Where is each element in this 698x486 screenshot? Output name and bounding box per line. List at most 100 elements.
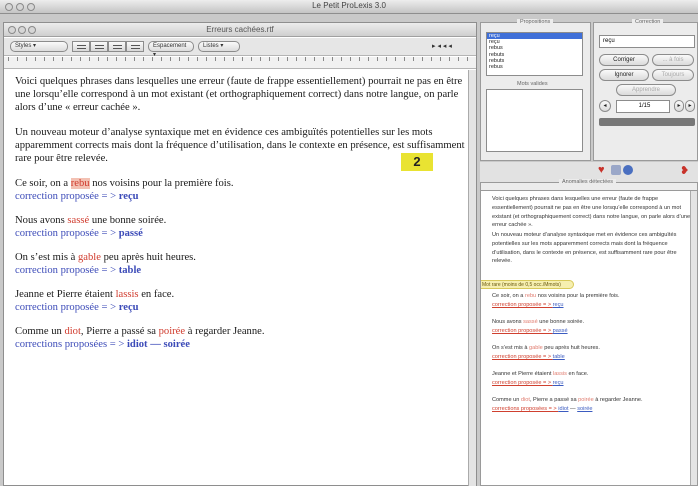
ruler-tick <box>377 57 378 61</box>
correction-legend: Correction <box>632 19 664 25</box>
callout-badge: 2 <box>401 153 433 171</box>
sentence-3: On s’est mis à gable peu après huit heur… <box>15 251 467 277</box>
sentence-2: Nous avons sassé une bonne soirée. corre… <box>15 214 467 240</box>
format-toolbar: Styles ▾ Espacement ▾ Listes ▾ ▸ ◂ ◂ ◂ <box>4 38 476 58</box>
spacing-popup[interactable]: Espacement ▾ <box>148 41 194 58</box>
ruler-tick <box>458 57 459 61</box>
ruler-tick <box>71 57 72 61</box>
ruler-tick <box>143 57 144 61</box>
proposition-item[interactable]: rebus <box>487 64 582 70</box>
correction-field[interactable]: reçu <box>599 35 695 48</box>
preview-sentence-2: Nous avons sassé une bonne soirée. correc… <box>492 319 585 334</box>
nav-arrows-icon[interactable]: ▸ ◂ ◂ ◂ <box>432 42 452 50</box>
app-titlebar: Le Petit ProLexis 3.0 <box>0 0 698 14</box>
ruler-tick <box>440 57 441 61</box>
mots-valides-legend: Mots valides <box>514 81 551 87</box>
mots-valides-list[interactable] <box>486 89 583 152</box>
lists-popup[interactable]: Listes ▾ <box>198 41 240 52</box>
error-word[interactable]: diot <box>64 326 80 337</box>
correction-panel: Correction reçu Corriger ... à fois Igno… <box>593 19 698 161</box>
ruler-tick <box>35 57 36 61</box>
document-titlebar: Erreurs cachées.rtf <box>4 23 476 37</box>
align-left-button[interactable] <box>72 41 90 52</box>
ruler-tick <box>62 57 63 61</box>
ruler-tick <box>287 57 288 61</box>
propositions-panel: Propositions reçu reçu rebus rebuts rebuts re… <box>480 19 591 161</box>
ruler-tick <box>134 57 135 61</box>
correction-line: corrections proposées = > idiot — soirée <box>15 339 190 350</box>
ruler-tick <box>8 57 9 61</box>
ruler <box>4 57 476 69</box>
propositions-legend: Propositions <box>517 19 554 25</box>
styles-popup[interactable]: Styles ▾ <box>10 41 68 52</box>
previous-icon[interactable]: ◂ <box>599 100 611 112</box>
app-window: Le Petit ProLexis 3.0 Erreurs cachées.rt… <box>0 0 698 486</box>
preview-scrollbar[interactable] <box>690 191 697 485</box>
ruler-tick <box>89 57 90 61</box>
correction-line: correction proposée = > passé <box>15 228 143 239</box>
ruler-tick <box>260 57 261 61</box>
error-word[interactable]: poirée <box>159 326 185 337</box>
error-word[interactable]: sassé <box>67 215 89 226</box>
ruler-tick <box>422 57 423 61</box>
ruler-tick <box>53 57 54 61</box>
ruler-tick <box>224 57 225 61</box>
document-body: Voici quelques phrases dans lesquelles u… <box>15 75 467 362</box>
ruler-tick <box>269 57 270 61</box>
error-word[interactable]: rebu <box>70 178 90 189</box>
ruler-tick <box>251 57 252 61</box>
intro-paragraph-2: Un nouveau moteur d’analyse syntaxique m… <box>15 127 465 164</box>
corriger-button[interactable]: Corriger <box>599 54 649 66</box>
progress-bar <box>599 118 695 126</box>
toujours-button[interactable]: Toujours <box>652 69 694 81</box>
ruler-tick <box>431 57 432 61</box>
ruler-tick <box>404 57 405 61</box>
ruler-tick <box>197 57 198 61</box>
shield-icon[interactable] <box>611 165 621 175</box>
ruler-tick <box>188 57 189 61</box>
ruler-tick <box>44 57 45 61</box>
sentence-5: Comme un diot, Pierre a passé sa poirée … <box>15 325 467 351</box>
ruler-tick <box>332 57 333 61</box>
preview-sentence-5: Comme un diot, Pierre a passé sa poirée … <box>492 397 643 412</box>
preview-sentence-3: On s’est mis à gable peu après huit heur… <box>492 345 600 360</box>
ruler-tick <box>305 57 306 61</box>
error-word[interactable]: lassis <box>116 289 139 300</box>
last-icon[interactable]: ▸ <box>685 100 695 112</box>
ruler-tick <box>449 57 450 61</box>
sentence-4: Jeanne et Pierre étaient lassis en face.… <box>15 288 467 314</box>
ruler-tick <box>26 57 27 61</box>
preview-intro-1: Voici quelques phrases dans lesquelles u… <box>492 196 695 229</box>
a-fois-button[interactable]: ... à fois <box>652 54 694 66</box>
ignorer-button[interactable]: Ignorer <box>599 69 649 81</box>
align-center-button[interactable] <box>90 41 108 52</box>
preview-intro-2: Un nouveau moteur d’analyse syntaxique m… <box>492 232 677 265</box>
ruler-tick <box>359 57 360 61</box>
ruler-tick <box>278 57 279 61</box>
bookmark-icon[interactable]: ❥ <box>680 164 689 177</box>
ruler-tick <box>116 57 117 61</box>
globe-icon[interactable] <box>623 165 633 175</box>
ruler-tick <box>161 57 162 61</box>
next-icon[interactable]: ▸ <box>674 100 684 112</box>
app-title: Le Petit ProLexis 3.0 <box>312 1 386 10</box>
document-scrollbar[interactable] <box>468 70 476 486</box>
ruler-tick <box>170 57 171 61</box>
sentence-1: Ce soir, on a rebu nos voisins pour la p… <box>15 177 467 203</box>
correction-line: correction proposée = > table <box>15 265 142 276</box>
ruler-tick <box>233 57 234 61</box>
error-word[interactable]: gable <box>78 252 101 263</box>
ruler-tick <box>395 57 396 61</box>
preview-sentence-4: Jeanne et Pierre étaient lassis en face.… <box>492 371 589 386</box>
align-right-button[interactable] <box>108 41 126 52</box>
ruler-tick <box>341 57 342 61</box>
ruler-tick <box>98 57 99 61</box>
justify-button[interactable] <box>126 41 144 52</box>
error-counter: 1/15 <box>616 100 670 113</box>
document-window: Erreurs cachées.rtf Styles ▾ Espacement … <box>3 22 477 486</box>
correction-line: correction proposée = > reçu <box>15 302 139 313</box>
apprendre-button[interactable]: Apprendre <box>616 84 676 96</box>
ruler-tick <box>413 57 414 61</box>
heart-icon[interactable]: ♥ <box>598 164 605 176</box>
propositions-list[interactable]: reçu reçu rebus rebuts rebuts rebus <box>486 32 583 76</box>
